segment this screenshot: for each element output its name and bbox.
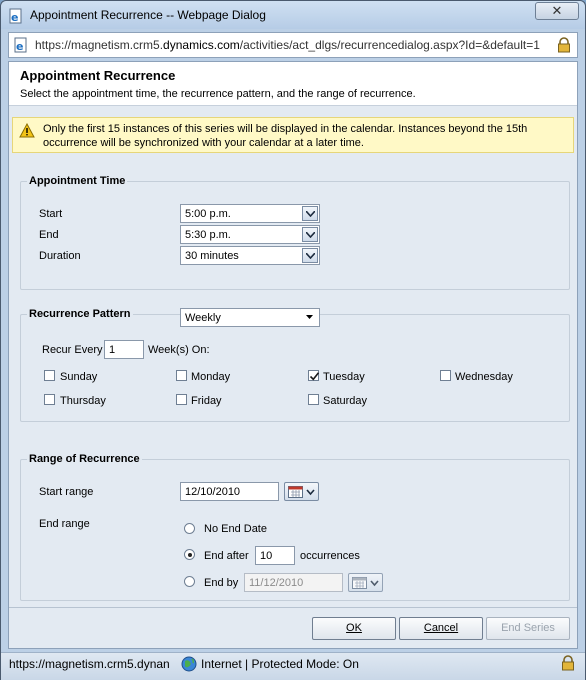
range-of-recurrence-section: Range of Recurrence Start range 12/10/20… [20,453,570,601]
end-by-calendar-button[interactable] [348,573,383,592]
end-time-select[interactable]: 5:30 p.m. [180,225,320,244]
title-bar: e Appointment Recurrence -- Webpage Dial… [1,1,585,29]
recur-every-input[interactable]: 1 [104,340,144,359]
pattern-select[interactable]: Weekly [180,308,320,327]
wednesday-label: Wednesday [455,371,513,383]
end-after-label: End after [204,550,249,562]
address-prefix: https://magnetism.crm5. [35,38,164,52]
end-by-input[interactable]: 11/12/2010 [244,573,343,592]
tuesday-label: Tuesday [323,371,365,383]
friday-label: Friday [191,395,222,407]
recur-every-value: 1 [109,344,116,356]
end-after-input[interactable]: 10 [255,546,295,565]
address-bar: e https://magnetism.crm5.dynamics.com/ac… [8,32,578,58]
end-by-value: 11/12/2010 [249,577,304,589]
checkmark-icon [309,372,320,381]
range-title: Range of Recurrence [27,453,142,465]
globe-icon [181,656,197,672]
window-title: Appointment Recurrence -- Webpage Dialog [30,8,266,22]
dialog-description: Select the appointment time, the recurre… [20,88,416,100]
chevron-down-icon[interactable] [302,206,318,221]
end-label: End [39,229,59,241]
calendar-icon [352,577,379,589]
recurrence-pattern-title: Recurrence Pattern [27,308,133,320]
end-by-label: End by [204,577,239,589]
ie-page-icon: e [8,8,24,24]
notice-banner: Only the first 15 instances of this seri… [12,117,574,153]
start-range-calendar-button[interactable] [284,482,319,501]
friday-checkbox[interactable] [176,394,187,405]
start-range-label: Start range [39,486,94,498]
dialog-title: Appointment Recurrence [20,68,176,83]
thursday-label: Thursday [60,395,106,407]
no-end-date-radio[interactable] [184,523,195,534]
saturday-checkbox[interactable] [308,394,319,405]
lock-icon[interactable] [561,655,575,671]
start-range-value: 12/10/2010 [185,486,241,498]
end-range-label: End range [39,518,90,530]
start-range-input[interactable]: 12/10/2010 [180,482,279,501]
chevron-down-icon[interactable] [302,310,318,325]
appointment-time-section: Appointment Time Start 5:00 p.m. End 5:3… [20,175,570,290]
pattern-value: Weekly [185,312,221,324]
sunday-checkbox[interactable] [44,370,55,381]
dialog-window: e Appointment Recurrence -- Webpage Dial… [0,0,586,680]
svg-text:e: e [11,11,18,24]
start-time-select[interactable]: 5:00 p.m. [180,204,320,223]
status-url: https://magnetism.crm5.dynan [9,657,170,671]
recurrence-pattern-section: Recurrence Pattern Weekly Recur Every 1 … [20,308,570,422]
end-after-radio[interactable] [184,549,195,560]
close-button[interactable]: ✕ [535,2,579,20]
cancel-button[interactable]: Cancel [399,617,483,640]
appointment-time-title: Appointment Time [27,175,128,187]
end-after-value: 10 [260,550,273,562]
dialog-header: Appointment Recurrence Select the appoin… [9,62,577,106]
thursday-checkbox[interactable] [44,394,55,405]
security-zone-text: Internet | Protected Mode: On [201,657,359,671]
ie-page-icon: e [13,37,29,53]
tuesday-checkbox[interactable] [308,370,320,381]
end-by-radio[interactable] [184,576,195,587]
wednesday-checkbox[interactable] [440,370,451,381]
saturday-label: Saturday [323,395,368,407]
ok-button[interactable]: OK [312,617,396,640]
occurrences-label: occurrences [300,550,360,562]
monday-checkbox[interactable] [176,370,187,381]
duration-label: Duration [39,250,81,262]
start-label: Start [39,208,63,220]
no-end-date-label: No End Date [204,523,267,535]
address-url: https://magnetism.crm5.dynamics.com/acti… [35,38,547,52]
weeks-on-label: Week(s) On: [148,344,210,356]
dialog-content: Appointment Recurrence Select the appoin… [8,61,578,649]
end-time-value: 5:30 p.m. [185,229,231,241]
monday-label: Monday [191,371,231,383]
lock-icon[interactable] [557,37,571,53]
recur-every-label: Recur Every [42,344,103,356]
sunday-label: Sunday [60,371,98,383]
duration-select[interactable]: 30 minutes [180,246,320,265]
duration-value: 30 minutes [185,250,239,262]
address-path: /activities/act_dlgs/recurrencedialog.as… [239,38,540,52]
warning-icon [19,122,35,138]
radio-selected-dot [188,553,192,557]
footer-divider [9,607,577,608]
svg-text:e: e [16,40,23,53]
address-domain: dynamics.com [163,38,240,52]
status-bar: https://magnetism.crm5.dynan Internet | … [1,652,585,680]
chevron-down-icon[interactable] [302,227,318,242]
calendar-icon [288,486,315,498]
chevron-down-icon[interactable] [302,248,318,263]
start-time-value: 5:00 p.m. [185,208,231,220]
notice-text: Only the first 15 instances of this seri… [43,123,528,149]
end-series-button[interactable]: End Series [486,617,570,640]
